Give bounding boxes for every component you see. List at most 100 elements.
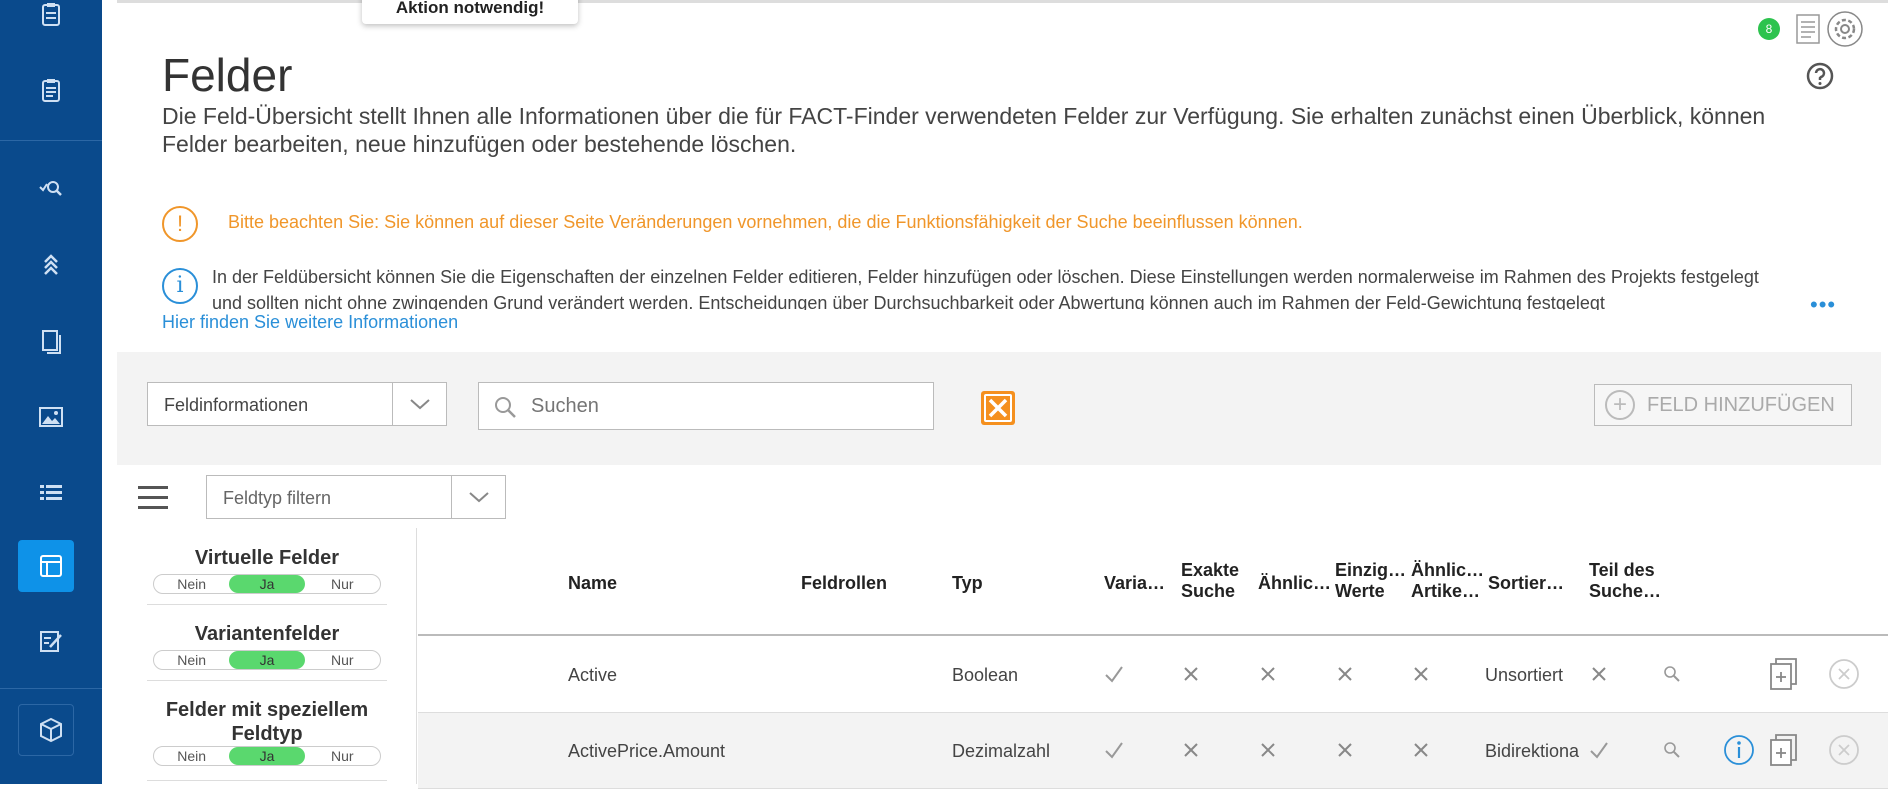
cube-icon bbox=[40, 717, 62, 743]
toggle-option-only[interactable]: Nur bbox=[305, 575, 380, 593]
image-icon bbox=[39, 407, 63, 427]
cell-name: Active bbox=[568, 665, 618, 685]
column-header-type[interactable]: Typ bbox=[952, 573, 983, 594]
chevrons-up-icon bbox=[44, 254, 58, 275]
chevron-down-icon[interactable] bbox=[392, 383, 446, 425]
action-required-toast: Aktion notwendig! bbox=[362, 0, 578, 24]
cross-icon bbox=[1338, 743, 1352, 757]
info-notice: In der Feldübersicht können Sie die Eige… bbox=[212, 267, 1759, 310]
info-expand-button[interactable]: ••• bbox=[1810, 292, 1836, 318]
toggle-option-no[interactable]: Nein bbox=[154, 747, 229, 765]
clipboard-list-icon bbox=[42, 79, 60, 102]
column-header-name[interactable]: Name bbox=[568, 573, 617, 594]
clipboard-icon bbox=[42, 3, 60, 26]
column-header-unique-values[interactable]: Einzig… Werte bbox=[1335, 560, 1406, 602]
filter-title: Virtuelle Felder bbox=[194, 547, 340, 569]
copy-field-icon[interactable] bbox=[1768, 733, 1800, 767]
column-header-search-part[interactable]: Teil des Suche… bbox=[1589, 560, 1669, 602]
sidebar-item-reports[interactable] bbox=[0, 58, 102, 124]
filter-virtual-fields: Virtuelle Felder Nein Ja Nur bbox=[117, 546, 417, 594]
sidebar-item-images[interactable] bbox=[0, 384, 102, 450]
notification-badge[interactable]: 8 bbox=[1758, 18, 1780, 40]
filter-variant-fields: Variantenfelder Nein Ja Nur bbox=[117, 622, 417, 670]
table-header: Name Feldrollen Typ Varia… Exakte Suche … bbox=[418, 528, 1888, 636]
check-icon bbox=[1590, 742, 1608, 759]
field-type-filter[interactable]: Feldtyp filtern bbox=[206, 475, 506, 519]
warning-icon: ! bbox=[162, 206, 198, 242]
help-icon[interactable] bbox=[1806, 62, 1834, 90]
search-icon[interactable] bbox=[1662, 664, 1682, 684]
search-check-icon bbox=[39, 181, 62, 196]
filter-panel: Virtuelle Felder Nein Ja Nur Variantenfe… bbox=[117, 528, 417, 784]
cross-icon bbox=[1261, 667, 1275, 681]
sidebar-item-search-analysis[interactable] bbox=[0, 156, 102, 222]
three-way-toggle[interactable]: Nein Ja Nur bbox=[153, 650, 381, 670]
cross-icon bbox=[1414, 743, 1428, 757]
check-icon bbox=[1105, 666, 1123, 683]
column-header-exact-search[interactable]: Exakte Suche bbox=[1181, 560, 1245, 602]
table-row[interactable]: Active Boolean Unsortiert bbox=[418, 637, 1888, 713]
search-field[interactable] bbox=[478, 382, 934, 430]
cell-sort: Bidirektiona bbox=[1485, 741, 1580, 761]
cross-icon bbox=[1414, 667, 1428, 681]
filter-divider bbox=[147, 680, 387, 681]
column-header-similar[interactable]: Ähnlic… bbox=[1258, 573, 1331, 594]
menu-icon[interactable] bbox=[138, 486, 168, 509]
column-header-variant[interactable]: Varia… bbox=[1104, 573, 1165, 594]
three-way-toggle[interactable]: Nein Ja Nur bbox=[153, 746, 381, 766]
clear-filter-button[interactable] bbox=[980, 390, 1016, 426]
gear-icon[interactable] bbox=[1826, 10, 1864, 48]
toggle-option-no[interactable]: Nein bbox=[154, 651, 229, 669]
edit-document-icon bbox=[40, 631, 62, 652]
view-select[interactable]: Feldinformationen bbox=[147, 382, 447, 426]
sidebar-item-pages[interactable] bbox=[0, 308, 102, 374]
delete-icon[interactable] bbox=[1828, 657, 1860, 691]
sidebar-item-lists[interactable] bbox=[0, 460, 102, 526]
delete-icon[interactable] bbox=[1828, 733, 1860, 767]
table-row[interactable]: ActivePrice.Amount Dezimalzahl Bidirekti… bbox=[418, 713, 1888, 789]
filter-title: Variantenfelder bbox=[194, 623, 340, 645]
toggle-option-no[interactable]: Nein bbox=[154, 575, 229, 593]
sidebar-item-documents[interactable] bbox=[0, 0, 102, 48]
sidebar-divider bbox=[0, 140, 102, 141]
filter-divider bbox=[147, 780, 387, 781]
sidebar bbox=[0, 0, 102, 784]
filter-divider bbox=[147, 604, 387, 605]
sidebar-item-modules[interactable] bbox=[0, 697, 102, 763]
toggle-option-only[interactable]: Nur bbox=[305, 651, 380, 669]
check-icon bbox=[1105, 742, 1123, 759]
search-icon[interactable] bbox=[1662, 740, 1682, 760]
list-icon bbox=[40, 485, 62, 500]
add-field-button[interactable]: + FELD HINZUFÜGEN bbox=[1594, 384, 1852, 426]
filter-special-type-fields: Felder mit speziellem Feldtyp Nein Ja Nu… bbox=[117, 698, 417, 766]
column-header-sort[interactable]: Sortier… bbox=[1488, 573, 1564, 594]
view-select-value: Feldinformationen bbox=[164, 395, 309, 415]
page-title: Felder bbox=[162, 49, 293, 101]
sidebar-item-fields[interactable] bbox=[0, 533, 102, 599]
field-type-filter-value: Feldtyp filtern bbox=[223, 488, 332, 508]
filter-title: Felder mit speziellem Feldtyp bbox=[165, 699, 369, 745]
chevron-down-icon[interactable] bbox=[451, 476, 505, 518]
column-header-roles[interactable]: Feldrollen bbox=[801, 573, 887, 594]
document-icon[interactable] bbox=[1796, 14, 1820, 44]
page-description: Die Feld-Übersicht stellt Ihnen alle Inf… bbox=[162, 103, 1766, 157]
toggle-option-only[interactable]: Nur bbox=[305, 747, 380, 765]
info-icon[interactable] bbox=[1723, 733, 1755, 767]
sidebar-item-edit[interactable] bbox=[0, 608, 102, 674]
cross-icon bbox=[1592, 667, 1606, 681]
table-icon bbox=[40, 555, 62, 577]
info-icon: i bbox=[162, 268, 198, 304]
more-information-link[interactable]: Hier finden Sie weitere Informationen bbox=[162, 312, 458, 333]
copy-field-icon[interactable] bbox=[1768, 657, 1800, 691]
cell-type: Dezimalzahl bbox=[952, 741, 1051, 761]
toggle-option-yes[interactable]: Ja bbox=[229, 651, 305, 669]
three-way-toggle[interactable]: Nein Ja Nur bbox=[153, 574, 381, 594]
sidebar-item-ranking[interactable] bbox=[0, 232, 102, 298]
toggle-option-yes[interactable]: Ja bbox=[229, 575, 305, 593]
toggle-option-yes[interactable]: Ja bbox=[229, 747, 305, 765]
column-header-similar-articles[interactable]: Ähnlic… Artike… bbox=[1411, 560, 1485, 602]
cross-icon bbox=[1184, 667, 1198, 681]
cross-icon bbox=[1338, 667, 1352, 681]
cell-name: ActivePrice.Amount bbox=[568, 741, 726, 761]
search-input[interactable] bbox=[531, 393, 911, 419]
